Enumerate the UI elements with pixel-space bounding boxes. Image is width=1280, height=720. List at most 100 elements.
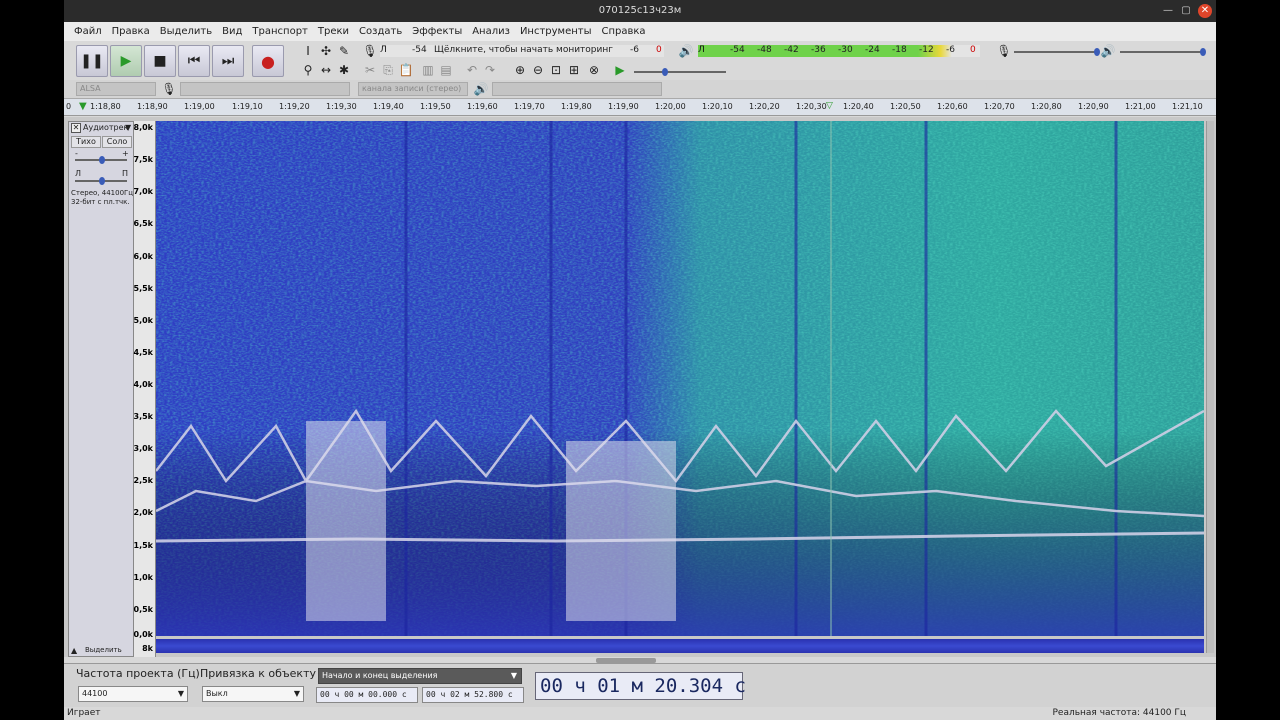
frequency-axis: 8,0k 7,5k 7,0k 6,5k 6,0k 5,5k 5,0k 4,5k … xyxy=(134,121,156,657)
spectrogram-view[interactable] xyxy=(156,121,1204,636)
play-speed-slider[interactable] xyxy=(634,68,726,76)
ruler-label: 1:19,00 xyxy=(184,102,215,111)
slider-thumb[interactable] xyxy=(662,68,668,76)
silence-icon[interactable]: ▤ xyxy=(438,62,454,78)
menu-analyze[interactable]: Анализ xyxy=(467,26,515,37)
collapse-track-icon[interactable]: ▲ xyxy=(71,646,77,655)
pan-right-label: П xyxy=(122,169,129,178)
timeline-ruler[interactable]: ▼ 0 1:18,80 1:18,90 1:19,00 1:19,10 1:19… xyxy=(64,99,1216,116)
cut-icon[interactable]: ✂ xyxy=(362,62,378,78)
skip-start-icon: ⏮ xyxy=(187,53,201,69)
zoom-toggle-icon[interactable]: ⊗ xyxy=(586,62,602,78)
trim-icon[interactable]: ▥ xyxy=(420,62,436,78)
speaker-meter-icon[interactable]: 🔊 xyxy=(678,43,694,59)
selection-end-field[interactable]: 00 ч 02 м 52.800 с xyxy=(422,687,524,703)
selection-start-field[interactable]: 00 ч 00 м 00.000 с xyxy=(316,687,418,703)
menu-view[interactable]: Вид xyxy=(217,26,247,37)
mute-button[interactable]: Тихо xyxy=(71,136,101,148)
track-format-info: Стерео, 44100Гц xyxy=(71,189,134,197)
fit-selection-icon[interactable]: ⊡ xyxy=(548,62,564,78)
slider-thumb[interactable] xyxy=(99,177,105,185)
audio-position-display[interactable]: 00 ч 01 м 20.304 с xyxy=(535,672,746,700)
menu-generate[interactable]: Создать xyxy=(354,26,407,37)
play-volume-icon: 🔊 xyxy=(1100,44,1116,58)
spectrogram-image xyxy=(156,121,1204,636)
pause-button[interactable]: ❚❚ xyxy=(76,45,108,77)
pan-slider[interactable] xyxy=(75,177,127,185)
menu-tracks[interactable]: Треки xyxy=(313,26,354,37)
skip-start-button[interactable]: ⏮ xyxy=(178,45,210,77)
host-select[interactable]: ALSA xyxy=(76,82,156,96)
solo-button[interactable]: Соло xyxy=(102,136,132,148)
slider-thumb[interactable] xyxy=(99,156,105,164)
snap-select[interactable]: Выкл ▼ xyxy=(202,686,304,702)
draw-tool-icon[interactable]: ✎ xyxy=(336,43,352,59)
skip-end-button[interactable]: ⏭ xyxy=(212,45,244,77)
mic-meter-icon[interactable]: 🎙 xyxy=(362,43,378,59)
actual-rate-text: Реальная частота: 44100 Гц xyxy=(1052,708,1187,718)
menu-effects[interactable]: Эффекты xyxy=(407,26,467,37)
timeshift-tool-icon[interactable]: ↔ xyxy=(318,62,334,78)
paste-icon[interactable]: 📋 xyxy=(398,62,414,78)
selection-tool-icon[interactable]: I xyxy=(300,43,316,59)
menu-help[interactable]: Справка xyxy=(597,26,651,37)
project-rate-select[interactable]: 44100 ▼ xyxy=(78,686,188,702)
zoom-in-icon[interactable]: ⊕ xyxy=(512,62,528,78)
ruler-label: 1:19,10 xyxy=(232,102,263,111)
spectrogram-channel2[interactable] xyxy=(156,639,1204,653)
freq-label: 1,0k xyxy=(133,573,154,582)
undo-icon[interactable]: ↶ xyxy=(464,62,480,78)
recording-device-select[interactable] xyxy=(180,82,350,96)
select-track-button[interactable]: Выделить xyxy=(85,646,122,654)
zoom-out-icon[interactable]: ⊖ xyxy=(530,62,546,78)
gain-slider[interactable] xyxy=(75,156,127,164)
fit-project-icon[interactable]: ⊞ xyxy=(566,62,582,78)
minimize-icon[interactable]: — xyxy=(1161,4,1175,18)
close-track-icon[interactable]: ✕ xyxy=(71,123,81,133)
recording-volume-slider[interactable] xyxy=(1014,48,1100,56)
pan-left-label: Л xyxy=(75,169,82,178)
playback-volume-slider[interactable] xyxy=(1120,48,1206,56)
menu-file[interactable]: Файл xyxy=(69,26,107,37)
channels-select[interactable]: канала записи (стерео) xyxy=(358,82,468,96)
freq-label: 2,5k xyxy=(133,476,154,485)
menu-select[interactable]: Выделить xyxy=(155,26,217,37)
vertical-scrollbar[interactable] xyxy=(1206,121,1214,653)
ruler-label: 1:21,10 xyxy=(1172,102,1203,111)
recording-device-icon: 🎙 xyxy=(161,82,177,96)
ruler-label: 1:20,40 xyxy=(843,102,874,111)
play-lr-label: Л xyxy=(698,45,705,55)
track-name[interactable]: Аудиотрек xyxy=(83,123,128,132)
play-at-speed-icon[interactable]: ▶ xyxy=(612,62,628,78)
play-scale: 0 xyxy=(970,45,976,55)
ruler-label: 1:20,90 xyxy=(1078,102,1109,111)
record-button[interactable]: ● xyxy=(252,45,284,77)
skip-end-icon: ⏭ xyxy=(221,53,235,69)
play-scale: -54 xyxy=(730,45,745,55)
track-area: ✕ Аудиотрек ▼ Тихо Соло - + Л П Стерео, … xyxy=(64,117,1216,663)
menu-transport[interactable]: Транспорт xyxy=(247,26,312,37)
close-icon[interactable]: ✕ xyxy=(1198,4,1212,18)
redo-icon[interactable]: ↷ xyxy=(482,62,498,78)
host-value: ALSA xyxy=(80,84,101,93)
menu-tools[interactable]: Инструменты xyxy=(515,26,597,37)
playback-device-select[interactable] xyxy=(492,82,662,96)
selection-end-value: 00 ч 02 м 52.800 с xyxy=(426,690,513,699)
multi-tool-icon[interactable]: ✱ xyxy=(336,62,352,78)
copy-icon[interactable]: ⎘ xyxy=(380,62,396,78)
playback-meter[interactable]: Л -54 -48 -42 -36 -30 -24 -18 -12 -6 0 xyxy=(698,45,980,57)
track-menu-icon[interactable]: ▼ xyxy=(125,123,131,132)
title-bar: 070125с13ч23м — ▢ ✕ xyxy=(64,0,1216,22)
freq-label: 5,5k xyxy=(133,284,154,293)
maximize-icon[interactable]: ▢ xyxy=(1179,4,1193,18)
menu-edit[interactable]: Правка xyxy=(107,26,155,37)
recording-meter[interactable]: Л -54 Щёлкните, чтобы начать мониторинг … xyxy=(380,45,664,57)
freq-label: 7,0k xyxy=(133,187,154,196)
zoom-tool-icon[interactable]: ⚲ xyxy=(300,62,316,78)
stop-button[interactable]: ■ xyxy=(144,45,176,77)
play-button[interactable]: ▶ xyxy=(110,45,142,77)
slider-thumb[interactable] xyxy=(1200,48,1206,56)
track-control-panel: ✕ Аудиотрек ▼ Тихо Соло - + Л П Стерео, … xyxy=(68,121,134,657)
selection-mode-select[interactable]: Начало и конец выделения ▼ xyxy=(318,668,522,684)
envelope-tool-icon[interactable]: ✣ xyxy=(318,43,334,59)
